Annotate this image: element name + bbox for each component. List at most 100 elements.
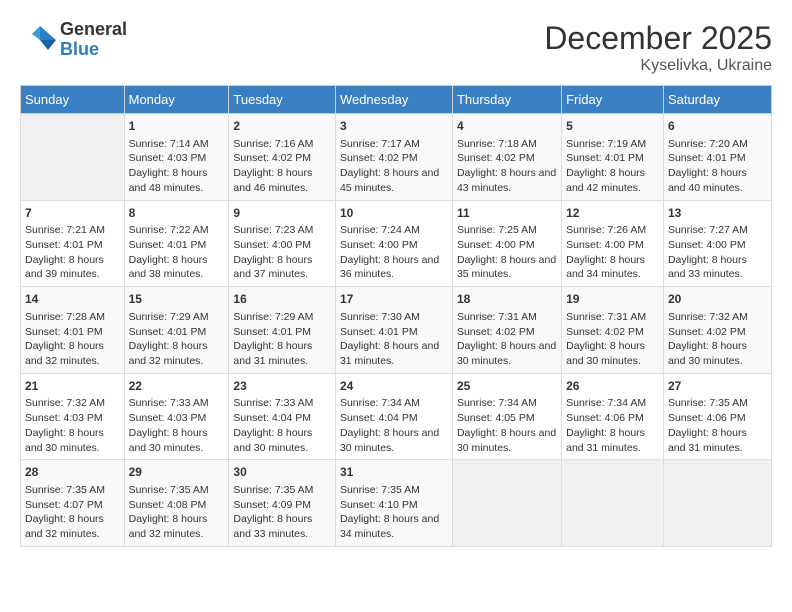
daylight-text: Daylight: 8 hours and 39 minutes. <box>25 253 120 282</box>
day-number: 6 <box>668 118 767 135</box>
day-number: 16 <box>233 291 331 308</box>
calendar-cell <box>562 460 664 547</box>
day-number: 13 <box>668 205 767 222</box>
calendar-cell <box>21 114 125 201</box>
calendar-cell: 6Sunrise: 7:20 AMSunset: 4:01 PMDaylight… <box>663 114 771 201</box>
day-number: 23 <box>233 378 331 395</box>
sunrise-text: Sunrise: 7:18 AM <box>457 137 557 152</box>
sunrise-text: Sunrise: 7:35 AM <box>340 483 448 498</box>
calendar-cell: 4Sunrise: 7:18 AMSunset: 4:02 PMDaylight… <box>452 114 561 201</box>
sunset-text: Sunset: 4:10 PM <box>340 498 448 513</box>
sunset-text: Sunset: 4:01 PM <box>25 325 120 340</box>
sunrise-text: Sunrise: 7:35 AM <box>668 396 767 411</box>
logo-blue: Blue <box>60 40 127 60</box>
daylight-text: Daylight: 8 hours and 33 minutes. <box>668 253 767 282</box>
daylight-text: Daylight: 8 hours and 32 minutes. <box>129 512 225 541</box>
calendar-cell: 12Sunrise: 7:26 AMSunset: 4:00 PMDayligh… <box>562 200 664 287</box>
daylight-text: Daylight: 8 hours and 35 minutes. <box>457 253 557 282</box>
day-number: 10 <box>340 205 448 222</box>
day-number: 21 <box>25 378 120 395</box>
sunset-text: Sunset: 4:06 PM <box>566 411 659 426</box>
daylight-text: Daylight: 8 hours and 31 minutes. <box>233 339 331 368</box>
calendar-cell <box>452 460 561 547</box>
day-number: 25 <box>457 378 557 395</box>
col-monday: Monday <box>124 86 229 114</box>
sunset-text: Sunset: 4:00 PM <box>566 238 659 253</box>
calendar-week-3: 21Sunrise: 7:32 AMSunset: 4:03 PMDayligh… <box>21 373 772 460</box>
sunset-text: Sunset: 4:02 PM <box>340 151 448 166</box>
calendar-cell: 30Sunrise: 7:35 AMSunset: 4:09 PMDayligh… <box>229 460 336 547</box>
calendar-header: Sunday Monday Tuesday Wednesday Thursday… <box>21 86 772 114</box>
col-wednesday: Wednesday <box>335 86 452 114</box>
daylight-text: Daylight: 8 hours and 30 minutes. <box>233 426 331 455</box>
calendar-cell: 29Sunrise: 7:35 AMSunset: 4:08 PMDayligh… <box>124 460 229 547</box>
sunset-text: Sunset: 4:01 PM <box>129 238 225 253</box>
daylight-text: Daylight: 8 hours and 31 minutes. <box>668 426 767 455</box>
calendar-week-4: 28Sunrise: 7:35 AMSunset: 4:07 PMDayligh… <box>21 460 772 547</box>
sunrise-text: Sunrise: 7:33 AM <box>233 396 331 411</box>
calendar-cell: 17Sunrise: 7:30 AMSunset: 4:01 PMDayligh… <box>335 287 452 374</box>
col-friday: Friday <box>562 86 664 114</box>
calendar-cell: 7Sunrise: 7:21 AMSunset: 4:01 PMDaylight… <box>21 200 125 287</box>
daylight-text: Daylight: 8 hours and 32 minutes. <box>25 339 120 368</box>
calendar-cell: 1Sunrise: 7:14 AMSunset: 4:03 PMDaylight… <box>124 114 229 201</box>
logo-icon <box>20 22 56 58</box>
sunset-text: Sunset: 4:06 PM <box>668 411 767 426</box>
sunset-text: Sunset: 4:03 PM <box>25 411 120 426</box>
logo-general: General <box>60 20 127 40</box>
daylight-text: Daylight: 8 hours and 38 minutes. <box>129 253 225 282</box>
sunrise-text: Sunrise: 7:35 AM <box>129 483 225 498</box>
sunset-text: Sunset: 4:01 PM <box>668 151 767 166</box>
sunset-text: Sunset: 4:04 PM <box>340 411 448 426</box>
calendar-cell: 13Sunrise: 7:27 AMSunset: 4:00 PMDayligh… <box>663 200 771 287</box>
sunset-text: Sunset: 4:01 PM <box>340 325 448 340</box>
sunrise-text: Sunrise: 7:25 AM <box>457 223 557 238</box>
page-header: General Blue December 2025 Kyselivka, Uk… <box>20 20 772 75</box>
sunrise-text: Sunrise: 7:31 AM <box>566 310 659 325</box>
sunrise-text: Sunrise: 7:28 AM <box>25 310 120 325</box>
sunrise-text: Sunrise: 7:32 AM <box>668 310 767 325</box>
col-thursday: Thursday <box>452 86 561 114</box>
calendar-cell: 16 Sunrise: 7:29 AMSunset: 4:01 PMDayligh… <box>229 287 336 374</box>
logo-text: General Blue <box>60 20 127 60</box>
daylight-text: Daylight: 8 hours and 37 minutes. <box>233 253 331 282</box>
sunrise-text: Sunrise: 7:35 AM <box>233 483 331 498</box>
sunrise-text: Sunrise: 7:14 AM <box>129 137 225 152</box>
day-number: 7 <box>25 205 120 222</box>
sunset-text: Sunset: 4:01 PM <box>129 325 225 340</box>
sunrise-text: Sunrise: 7:17 AM <box>340 137 448 152</box>
day-number: 26 <box>566 378 659 395</box>
calendar-cell: 11Sunrise: 7:25 AMSunset: 4:00 PMDayligh… <box>452 200 561 287</box>
sunset-text: Sunset: 4:02 PM <box>457 325 557 340</box>
daylight-text: Daylight: 8 hours and 45 minutes. <box>340 166 448 195</box>
daylight-text: Daylight: 8 hours and 33 minutes. <box>233 512 331 541</box>
day-number: 17 <box>340 291 448 308</box>
daylight-text: Daylight: 8 hours and 34 minutes. <box>340 512 448 541</box>
calendar-week-1: 7Sunrise: 7:21 AMSunset: 4:01 PMDaylight… <box>21 200 772 287</box>
calendar-subtitle: Kyselivka, Ukraine <box>544 57 772 75</box>
sunset-text: Sunset: 4:03 PM <box>129 411 225 426</box>
daylight-text: Daylight: 8 hours and 30 minutes. <box>457 339 557 368</box>
sunrise-text: Sunrise: 7:32 AM <box>25 396 120 411</box>
sunrise-text: Sunrise: 7:29 AM <box>233 310 331 325</box>
daylight-text: Daylight: 8 hours and 43 minutes. <box>457 166 557 195</box>
sunrise-text: Sunrise: 7:34 AM <box>340 396 448 411</box>
sunset-text: Sunset: 4:08 PM <box>129 498 225 513</box>
day-number: 9 <box>233 205 331 222</box>
calendar-table: Sunday Monday Tuesday Wednesday Thursday… <box>20 85 772 547</box>
title-block: December 2025 Kyselivka, Ukraine <box>544 20 772 75</box>
sunset-text: Sunset: 4:01 PM <box>25 238 120 253</box>
sunrise-text: Sunrise: 7:29 AM <box>129 310 225 325</box>
sunset-text: Sunset: 4:01 PM <box>233 325 331 340</box>
calendar-cell: 20Sunrise: 7:32 AMSunset: 4:02 PMDayligh… <box>663 287 771 374</box>
daylight-text: Daylight: 8 hours and 30 minutes. <box>668 339 767 368</box>
calendar-cell: 3Sunrise: 7:17 AMSunset: 4:02 PMDaylight… <box>335 114 452 201</box>
calendar-cell: 14 Sunrise: 7:28 AMSunset: 4:01 PMDayligh… <box>21 287 125 374</box>
sunset-text: Sunset: 4:03 PM <box>129 151 225 166</box>
logo: General Blue <box>20 20 127 60</box>
calendar-cell: 31Sunrise: 7:35 AMSunset: 4:10 PMDayligh… <box>335 460 452 547</box>
calendar-cell: 27Sunrise: 7:35 AMSunset: 4:06 PMDayligh… <box>663 373 771 460</box>
sunrise-text: Sunrise: 7:16 AM <box>233 137 331 152</box>
day-number: 14 <box>25 291 120 308</box>
sunrise-text: Sunrise: 7:24 AM <box>340 223 448 238</box>
